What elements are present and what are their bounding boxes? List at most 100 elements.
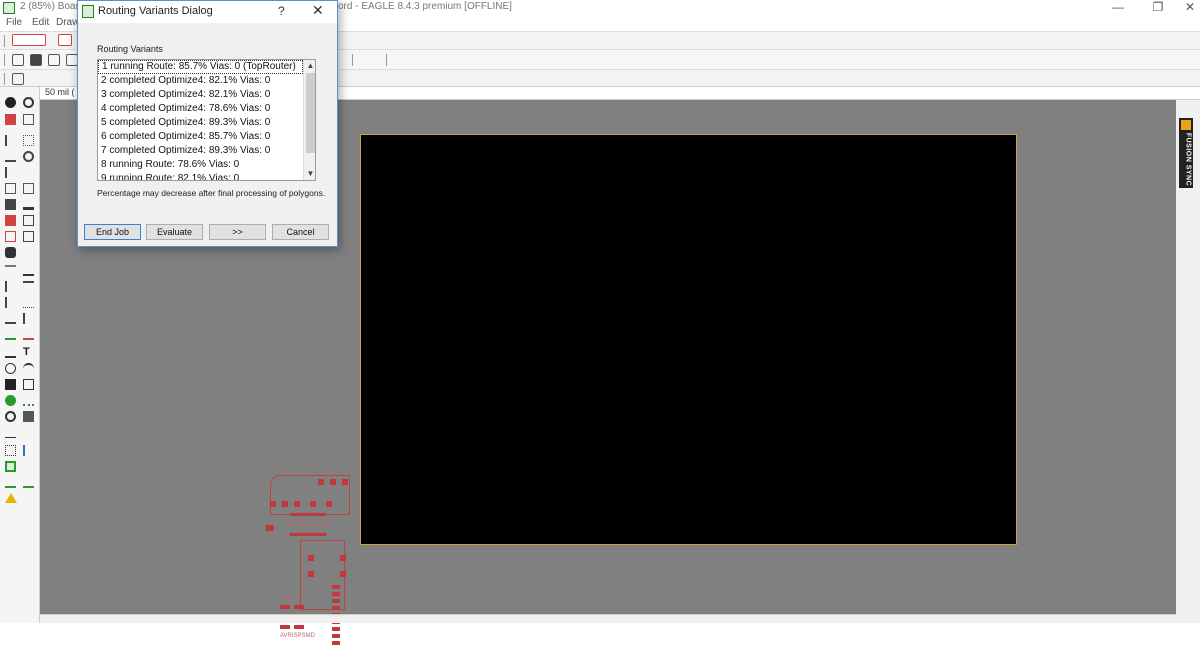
meander-icon[interactable] <box>5 313 16 324</box>
mirror-icon[interactable] <box>5 151 16 162</box>
menu-edit[interactable]: Edit <box>32 17 49 28</box>
next-button[interactable]: >> <box>209 224 266 240</box>
via-icon[interactable] <box>5 395 16 406</box>
silk-label-avrisp: AVRISPSMD <box>280 633 315 639</box>
align-icon[interactable] <box>5 167 16 178</box>
lock-icon[interactable] <box>5 247 16 258</box>
toolbar-separator <box>4 54 5 66</box>
smash-icon[interactable] <box>5 265 16 276</box>
menu-file[interactable]: File <box>6 17 22 28</box>
drc-icon[interactable] <box>23 477 34 488</box>
variants-scrollbar[interactable]: ▲ ▼ <box>303 60 315 180</box>
replace-icon[interactable] <box>23 231 34 242</box>
variant-row[interactable]: 1 running Route: 85.7% Vias: 0 (TopRoute… <box>98 60 303 74</box>
toolbar-separator <box>352 54 353 66</box>
pcb-pad <box>308 555 314 561</box>
dialog-titlebar: Routing Variants Dialog ? ✕ <box>78 1 337 23</box>
wrench-icon[interactable] <box>23 199 34 210</box>
variant-row[interactable]: 3 completed Optimize4: 82.1% Vias: 0 <box>98 88 303 102</box>
pcb-pad <box>270 501 276 507</box>
polygon-icon[interactable] <box>23 379 34 390</box>
variant-row[interactable]: 8 running Route: 78.6% Vias: 0 <box>98 158 303 172</box>
variant-row[interactable]: 6 completed Optimize4: 85.7% Vias: 0 <box>98 130 303 144</box>
variant-row[interactable]: 9 running Route: 82.1% Vias: 0 <box>98 172 303 180</box>
circle-icon[interactable] <box>5 363 16 374</box>
paste-icon[interactable] <box>23 183 34 194</box>
variant-row[interactable]: 7 completed Optimize4: 89.3% Vias: 0 <box>98 144 303 158</box>
variant-row[interactable]: 5 completed Optimize4: 89.3% Vias: 0 <box>98 116 303 130</box>
text-icon[interactable]: T <box>23 347 34 358</box>
pcb-pad <box>340 555 346 561</box>
rectangle-icon[interactable] <box>5 379 16 390</box>
variant-row[interactable]: 2 completed Optimize4: 82.1% Vias: 0 <box>98 74 303 88</box>
window-close-button[interactable]: ✕ <box>1170 0 1200 17</box>
optimize-icon[interactable] <box>5 281 16 292</box>
toolbar-separator <box>4 73 5 85</box>
evaluate-button[interactable]: Evaluate <box>146 224 203 240</box>
dialog-close-button[interactable]: ✕ <box>312 2 324 19</box>
erc-icon[interactable] <box>5 477 16 488</box>
wire-icon[interactable] <box>5 347 16 358</box>
copy-icon[interactable] <box>5 183 16 194</box>
warning-icon[interactable] <box>5 493 17 503</box>
minimize-button[interactable]: — <box>1098 0 1138 17</box>
ratsnest-icon[interactable] <box>5 445 16 456</box>
pcb-pad <box>318 479 324 485</box>
scroll-thumb[interactable] <box>306 73 315 153</box>
end-job-button[interactable]: End Job <box>84 224 141 240</box>
move-icon[interactable] <box>5 135 16 146</box>
pcb-pad <box>280 625 290 629</box>
grid-icon[interactable] <box>12 73 24 85</box>
change-icon[interactable] <box>23 265 34 276</box>
ripup-icon[interactable] <box>23 297 34 308</box>
pcb-pad <box>342 479 348 485</box>
delete-icon[interactable] <box>5 199 16 210</box>
fanout-icon[interactable] <box>23 313 34 324</box>
pcb-pad <box>282 501 288 507</box>
layers-icon[interactable] <box>5 114 16 125</box>
scroll-down-icon[interactable]: ▼ <box>304 168 315 180</box>
pcb-pad <box>294 625 304 629</box>
info-icon[interactable] <box>5 97 16 108</box>
hole-icon[interactable] <box>5 411 16 422</box>
dimension-icon[interactable] <box>5 427 16 438</box>
save-icon[interactable] <box>30 54 42 66</box>
cancel-button[interactable]: Cancel <box>272 224 329 240</box>
pcb-pad <box>340 571 346 577</box>
pcb-pad <box>294 501 300 507</box>
open-icon[interactable] <box>12 54 24 66</box>
design-link-icon[interactable] <box>12 34 46 46</box>
mark-icon[interactable] <box>23 114 34 125</box>
dialog-help-button[interactable]: ? <box>278 4 285 18</box>
rotate-icon[interactable] <box>23 151 34 162</box>
signal-icon[interactable] <box>23 395 34 406</box>
design-block-icon[interactable] <box>5 461 16 472</box>
arc-icon[interactable] <box>23 363 34 374</box>
eagle-dialog-icon <box>82 5 94 18</box>
slice-icon[interactable] <box>23 329 34 340</box>
command-toolbar: T <box>0 87 40 623</box>
show-icon[interactable] <box>23 97 34 108</box>
pcb-pad-row <box>290 533 326 536</box>
fusion-sync-label: FUSION SYNC <box>1184 132 1192 187</box>
window-title-right: ord - EAGLE 8.4.3 premium [OFFLINE] <box>338 1 512 12</box>
miter-icon[interactable] <box>23 281 34 292</box>
value-icon[interactable] <box>23 215 34 226</box>
attribute-icon[interactable] <box>23 411 34 422</box>
fusion-sync-tab[interactable]: FUSION SYNC <box>1179 118 1193 188</box>
horizontal-scrollbar[interactable] <box>40 614 1176 623</box>
routing-variants-list[interactable]: 1 running Route: 85.7% Vias: 0 (TopRoute… <box>97 59 316 181</box>
route-multi-icon[interactable] <box>5 329 16 340</box>
pcb-pad <box>266 525 274 531</box>
pcb-pad <box>310 501 316 507</box>
library-icon[interactable] <box>58 34 72 46</box>
scroll-up-icon[interactable]: ▲ <box>304 60 315 72</box>
print-icon[interactable] <box>48 54 60 66</box>
group-icon[interactable] <box>23 135 34 146</box>
variant-row[interactable]: 4 completed Optimize4: 78.6% Vias: 0 <box>98 102 303 116</box>
name-icon[interactable] <box>5 215 16 226</box>
autorouter-icon[interactable] <box>23 445 34 456</box>
menu-draw[interactable]: Draw <box>56 17 79 28</box>
route-icon[interactable] <box>5 297 16 308</box>
split-icon[interactable] <box>5 231 16 242</box>
